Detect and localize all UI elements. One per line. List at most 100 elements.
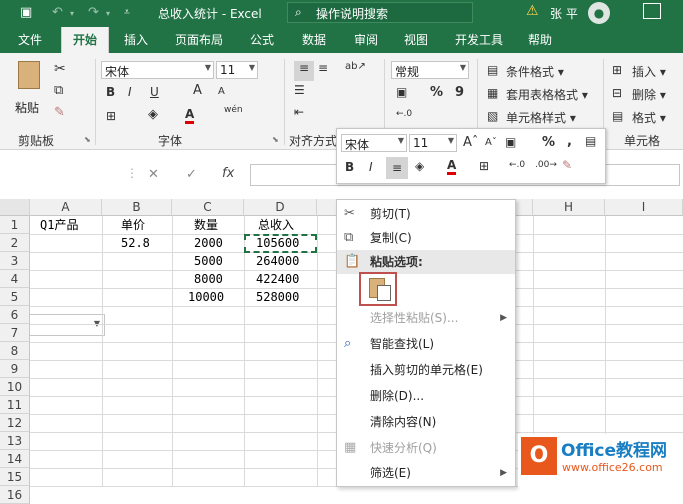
bold-button[interactable]: B xyxy=(106,85,115,99)
align-middle-icon[interactable]: ≡ xyxy=(318,61,328,75)
cell-d5[interactable]: 528000 xyxy=(256,288,299,306)
save-icon[interactable]: ▣ xyxy=(20,5,32,20)
increase-decimal-icon[interactable]: ←.0 xyxy=(396,109,412,119)
mini-borders-icon[interactable]: ⊞ xyxy=(479,159,489,173)
decrease-indent-icon[interactable]: ⇤ xyxy=(294,105,304,119)
tab-page-layout[interactable]: 页面布局 xyxy=(166,27,232,53)
row-header[interactable]: 7 xyxy=(0,324,30,342)
mini-center-icon[interactable]: ≡ xyxy=(386,157,408,179)
align-top-icon[interactable]: ≡ xyxy=(294,61,314,81)
delete-cells-button[interactable]: 删除 ▾ xyxy=(632,86,666,103)
fill-color-icon[interactable]: ◈ xyxy=(148,107,158,122)
menu-item-copy[interactable]: ⧉ 复制(C) xyxy=(337,226,515,250)
menu-item-filter[interactable]: 筛选(E) ▶ xyxy=(337,461,515,485)
undo-icon[interactable]: ↶ xyxy=(52,5,63,20)
menu-item-smart-lookup[interactable]: ⌕ 智能查找(L) xyxy=(337,332,515,356)
tab-home[interactable]: 开始 xyxy=(61,27,109,53)
customize-toolbar-icon[interactable]: ⩡ xyxy=(124,7,130,18)
mini-shrink-font-icon[interactable]: Aˇ xyxy=(485,137,497,148)
row-header[interactable]: 3 xyxy=(0,252,30,270)
mini-font-color-button[interactable]: A xyxy=(447,158,457,175)
confirm-entry-icon[interactable]: ✓ xyxy=(186,167,197,182)
row-header[interactable]: 13 xyxy=(0,432,30,450)
cell-c1[interactable]: 数量 xyxy=(194,216,218,234)
cell-b1[interactable]: 单价 xyxy=(121,216,145,234)
tab-view[interactable]: 视图 xyxy=(394,27,438,53)
mini-italic-button[interactable]: I xyxy=(369,160,373,174)
borders-icon[interactable]: ⊞ xyxy=(106,109,116,123)
mini-format-painter-icon[interactable]: ✎ xyxy=(562,158,572,172)
user-name[interactable]: 张 平 xyxy=(550,5,578,22)
mini-increase-decimal-icon[interactable]: ←.0 xyxy=(509,160,525,170)
orientation-icon[interactable]: ab↗ xyxy=(345,61,366,72)
row-header[interactable]: 6 xyxy=(0,306,30,324)
menu-item-cut[interactable]: ✂ 剪切(T) xyxy=(337,202,515,226)
tab-insert[interactable]: 插入 xyxy=(114,27,158,53)
paste-button[interactable]: 粘贴 xyxy=(12,61,46,117)
menu-item-paste-special[interactable]: 选择性粘贴(S)... ▶ xyxy=(337,306,515,330)
column-header-h[interactable]: H xyxy=(533,199,605,216)
row-header[interactable]: 15 xyxy=(0,468,30,486)
phonetic-button[interactable]: wén xyxy=(224,105,243,115)
mini-decrease-decimal-icon[interactable]: .00→ xyxy=(535,160,557,170)
column-header-i[interactable]: I xyxy=(605,199,683,216)
italic-button[interactable]: I xyxy=(128,85,132,99)
select-all-corner[interactable] xyxy=(0,199,30,216)
row-header[interactable]: 8 xyxy=(0,342,30,360)
menu-item-delete[interactable]: 删除(D)... xyxy=(337,384,515,408)
row-header[interactable]: 14 xyxy=(0,450,30,468)
cancel-entry-icon[interactable]: ✕ xyxy=(148,167,159,182)
tab-review[interactable]: 审阅 xyxy=(344,27,388,53)
cut-icon[interactable]: ✂ xyxy=(54,61,66,77)
insert-function-button[interactable]: fx xyxy=(222,166,234,181)
mini-bold-button[interactable]: B xyxy=(345,160,354,174)
cell-d3[interactable]: 264000 xyxy=(256,252,299,270)
percent-button[interactable]: % xyxy=(430,85,443,100)
menu-item-quick-analysis[interactable]: ▦ 快速分析(Q) xyxy=(337,436,515,460)
conditional-formatting-button[interactable]: 条件格式 ▾ xyxy=(506,63,564,80)
paste-option-button[interactable] xyxy=(359,272,397,306)
mini-comma-button[interactable]: , xyxy=(567,134,572,149)
tell-me-search[interactable]: ⌕ 操作说明搜索 xyxy=(287,2,473,23)
row-header[interactable]: 12 xyxy=(0,414,30,432)
mini-grow-font-icon[interactable]: Aˆ xyxy=(463,135,478,150)
column-header-a[interactable]: A xyxy=(30,199,102,216)
cell-styles-button[interactable]: 单元格样式 ▾ xyxy=(506,109,576,126)
number-format-box[interactable]: 常规 ▼ xyxy=(391,61,469,79)
row-header[interactable]: 2 xyxy=(0,234,30,252)
mini-percent-button[interactable]: % xyxy=(542,135,555,150)
cell-c5[interactable]: 10000 xyxy=(188,288,224,306)
row-header[interactable]: 11 xyxy=(0,396,30,414)
grow-font-button[interactable]: A xyxy=(193,83,202,98)
mini-font-size-box[interactable]: 11 ▼ xyxy=(409,134,457,152)
accounting-format-icon[interactable]: ▣ xyxy=(396,85,407,99)
format-as-table-button[interactable]: 套用表格格式 ▾ xyxy=(506,86,588,103)
mini-font-name-box[interactable]: 宋体 ▼ xyxy=(341,134,407,152)
warning-icon[interactable]: ⚠ xyxy=(526,3,539,19)
redo-icon[interactable]: ↷ xyxy=(88,5,99,20)
column-header-b[interactable]: B xyxy=(102,199,172,216)
mini-accounting-icon[interactable]: ▣ xyxy=(505,135,516,149)
cell-c3[interactable]: 5000 xyxy=(194,252,223,270)
cell-a1[interactable]: Q1产品 xyxy=(40,216,78,234)
cell-c2[interactable]: 2000 xyxy=(194,234,223,252)
row-header[interactable]: 1 xyxy=(0,216,30,234)
tab-file[interactable]: 文件 xyxy=(8,27,52,53)
avatar[interactable]: ● xyxy=(588,2,610,24)
font-size-box[interactable]: 11 ▼ xyxy=(216,61,258,79)
undo-dropdown-icon[interactable]: ▾ xyxy=(70,9,74,18)
comma-style-button[interactable]: 9 xyxy=(455,85,464,100)
tab-data[interactable]: 数据 xyxy=(292,27,336,53)
font-name-box[interactable]: 宋体 ▼ xyxy=(101,61,214,79)
cell-d1[interactable]: 总收入 xyxy=(258,216,294,234)
copy-icon[interactable]: ⧉ xyxy=(54,83,63,98)
column-header-c[interactable]: C xyxy=(172,199,244,216)
column-header-d[interactable]: D xyxy=(244,199,317,216)
row-header[interactable]: 9 xyxy=(0,360,30,378)
cell-b2[interactable]: 52.8 xyxy=(121,234,150,252)
menu-item-insert-copied-cells[interactable]: 插入剪切的单元格(E) xyxy=(337,358,515,382)
format-painter-icon[interactable]: ✎ xyxy=(54,105,65,120)
row-header[interactable]: 10 xyxy=(0,378,30,396)
mini-fill-color-icon[interactable]: ◈ xyxy=(415,159,424,173)
shrink-font-button[interactable]: A xyxy=(218,86,225,97)
